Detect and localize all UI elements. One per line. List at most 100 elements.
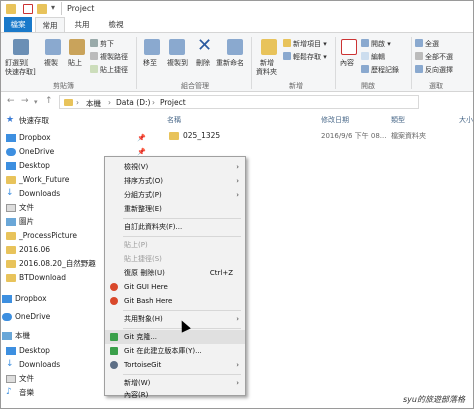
chevron-right-icon: › <box>236 315 239 323</box>
recent-chevron-icon[interactable]: ▾ <box>34 98 38 106</box>
copy-path-button[interactable]: 複製路徑 <box>90 52 128 62</box>
nav-documents[interactable]: 文件 <box>6 201 34 215</box>
file-type: 檔案資料夾 <box>391 132 426 140</box>
group-new: 新增 <box>289 82 303 90</box>
nav-pc-music[interactable]: ♪ 音樂 <box>6 386 34 400</box>
menu-item-group[interactable]: 分組方式(P) › <box>105 188 245 202</box>
select-none-label: 全部不選 <box>425 53 453 61</box>
column-header-size[interactable]: 大小 <box>459 115 473 125</box>
group-divider <box>251 37 252 89</box>
column-header-name[interactable]: 名稱 <box>167 115 181 125</box>
nav-desktop[interactable]: Desktop <box>6 159 50 173</box>
menu-item-refresh[interactable]: 重新整理(E) <box>105 202 245 216</box>
tab-view[interactable]: 檢視 <box>101 17 131 33</box>
nav-onedrive[interactable]: OneDrive 📌 <box>6 145 146 159</box>
easy-access-button[interactable]: 輕鬆存取 ▾ <box>283 52 327 62</box>
nav-label: Downloads <box>19 360 61 369</box>
forward-icon[interactable]: → <box>21 96 29 106</box>
new-item-label: 新增項目 <box>293 40 321 48</box>
copy-path-label: 複製路徑 <box>100 53 128 61</box>
nav-2016-06[interactable]: 2016.06 <box>6 243 50 257</box>
nav-label: Downloads <box>19 189 61 198</box>
crumb-this-pc[interactable]: 本機 <box>86 98 101 109</box>
nav-label: BTDownload <box>19 273 67 282</box>
nav-pc-desktop[interactable]: Desktop <box>6 344 50 358</box>
nav-work-future[interactable]: _Work_Future <box>6 173 69 187</box>
menu-item-paste[interactable]: 貼上(P) <box>105 238 245 252</box>
customize-qat-icon[interactable]: ▾ <box>51 3 55 12</box>
open-button[interactable]: 開啟 ▾ <box>361 39 391 49</box>
menu-label: 內容(R) <box>124 391 149 399</box>
folder-icon <box>6 176 16 184</box>
nav-process-picture[interactable]: _ProcessPicture <box>6 229 77 243</box>
download-icon: ↓ <box>6 188 14 198</box>
menu-item-customize-folder[interactable]: 自訂此資料夾(F)... <box>105 220 245 234</box>
new-item-button[interactable]: 新增項目 ▾ <box>283 39 327 49</box>
nav-pictures[interactable]: 圖片 <box>6 215 34 229</box>
copy-to-button[interactable]: 複製到 <box>167 58 188 68</box>
nav-2016-08-20[interactable]: 2016.08.20_自然野趣 <box>6 257 96 271</box>
tab-file[interactable]: 檔案 <box>4 17 32 33</box>
nav-label: 圖片 <box>19 217 34 226</box>
ribbon-tabs: 檔案 常用 共用 檢視 <box>1 17 473 33</box>
nav-label: Dropbox <box>15 294 47 303</box>
crumb-drive[interactable]: Data (D:) <box>116 98 150 107</box>
properties-icon[interactable] <box>23 4 33 14</box>
nav-label: 文件 <box>19 374 34 383</box>
address-bar[interactable]: › 本機 › Data (D:) › Project <box>59 95 419 109</box>
nav-this-pc[interactable]: 本機 <box>2 329 30 343</box>
properties-button[interactable]: 內容 <box>340 58 354 68</box>
menu-item-git-create-repo[interactable]: Git 在此建立版本庫(Y)... <box>105 344 245 358</box>
chevron-right-icon: › <box>236 163 239 171</box>
paste-button[interactable]: 貼上 <box>68 58 82 68</box>
menu-item-git-gui[interactable]: Git GUI Here <box>105 280 245 294</box>
nav-dropbox-root[interactable]: Dropbox <box>2 292 47 306</box>
menu-item-view[interactable]: 檢視(V) › <box>105 160 245 174</box>
up-icon[interactable]: ↑ <box>45 96 53 106</box>
pin-button-line2[interactable]: 快速存取] <box>5 67 36 77</box>
new-folder-icon[interactable] <box>37 4 47 14</box>
select-none-button[interactable]: 全部不選 <box>415 52 453 62</box>
nav-pc-documents[interactable]: 文件 <box>6 372 34 386</box>
menu-item-share-with[interactable]: 共用對象(H) › <box>105 312 245 326</box>
edit-label: 編輯 <box>371 53 385 61</box>
ribbon: 釘選到[ 快速存取] 複製 貼上 剪下 複製路徑 貼上捷徑 剪貼簿 移至 複製到… <box>1 32 473 92</box>
menu-label: 復原 刪除(U) <box>124 269 165 277</box>
invert-selection-button[interactable]: 反向選擇 <box>415 65 453 75</box>
file-row[interactable]: 025_1325 2016/9/6 下午 08... 檔案資料夾 <box>165 129 465 145</box>
nav-onedrive-root[interactable]: OneDrive <box>2 310 50 324</box>
move-to-button[interactable]: 移至 <box>143 58 157 68</box>
nav-btdownload[interactable]: BTDownload <box>6 271 67 285</box>
cut-button[interactable]: 剪下 <box>90 39 114 49</box>
history-button[interactable]: 歷程記錄 <box>361 65 399 75</box>
column-header-modified[interactable]: 修改日期 <box>321 115 349 125</box>
menu-item-sort[interactable]: 排序方式(O) › <box>105 174 245 188</box>
menu-item-git-bash[interactable]: Git Bash Here <box>105 294 245 308</box>
nav-dropbox[interactable]: Dropbox 📌 <box>6 131 146 145</box>
paste-shortcut-button[interactable]: 貼上捷徑 <box>90 65 128 75</box>
column-header-type[interactable]: 類型 <box>391 115 405 125</box>
file-name: 025_1325 <box>183 131 221 140</box>
nav-pc-downloads[interactable]: ↓ Downloads <box>6 358 61 372</box>
copy-button[interactable]: 複製 <box>44 58 58 68</box>
nav-downloads[interactable]: ↓ Downloads <box>6 187 61 201</box>
menu-item-tortoisegit[interactable]: TortoiseGit › <box>105 358 245 372</box>
rename-button[interactable]: 重新命名 <box>216 58 244 68</box>
menu-item-properties[interactable]: 內容(R) <box>105 390 245 399</box>
nav-quick-access[interactable]: ★ 快速存取 <box>6 114 49 128</box>
pictures-icon <box>6 218 16 226</box>
menu-item-undo-delete[interactable]: 復原 刪除(U) Ctrl+Z <box>105 266 245 280</box>
back-icon[interactable]: ← <box>7 96 15 106</box>
menu-item-git-clone[interactable]: Git 克隆... <box>105 330 245 344</box>
delete-button[interactable]: 刪除 <box>196 58 210 68</box>
tab-share[interactable]: 共用 <box>67 17 97 33</box>
menu-item-paste-shortcut[interactable]: 貼上捷徑(S) <box>105 252 245 266</box>
pin-icon <box>13 39 29 55</box>
tab-home[interactable]: 常用 <box>35 17 65 33</box>
edit-button[interactable]: 編輯 <box>361 52 385 62</box>
crumb-project[interactable]: Project <box>160 98 186 107</box>
chevron-right-icon: › <box>236 177 239 185</box>
new-folder-button-line2[interactable]: 資料夾 <box>256 67 277 77</box>
select-all-button[interactable]: 全選 <box>415 39 439 49</box>
menu-separator <box>123 236 241 237</box>
